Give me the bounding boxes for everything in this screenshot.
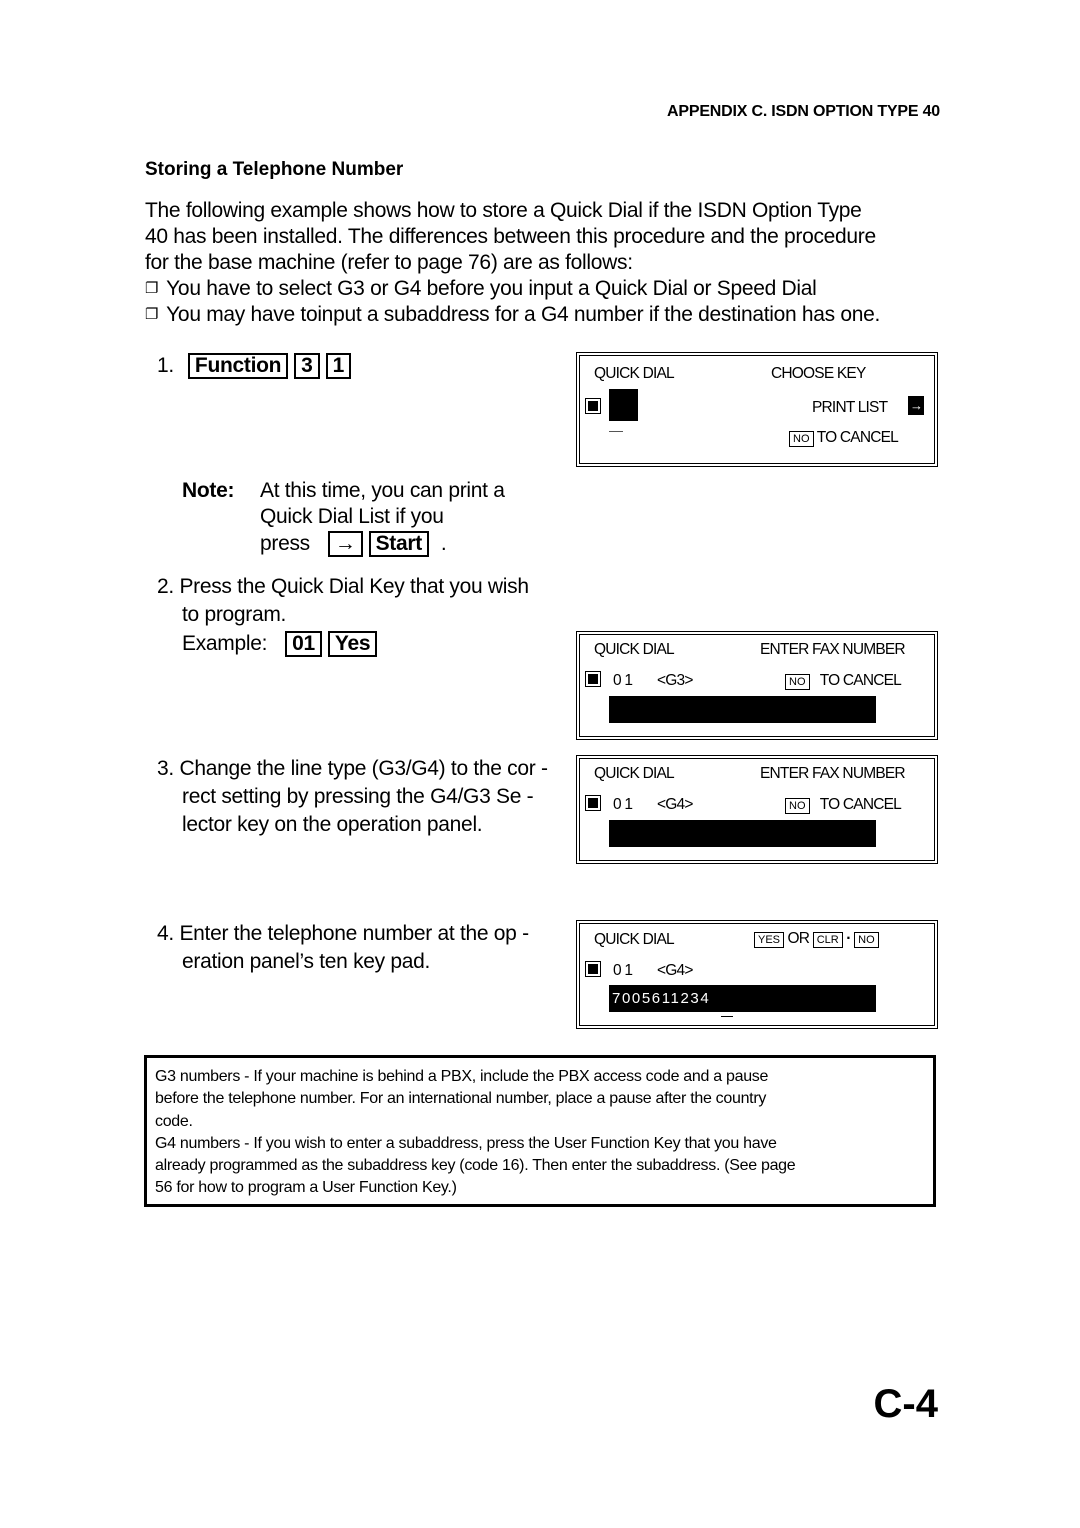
info-line: code. <box>155 1112 193 1130</box>
confirm-hint: YES OR CLR · NO <box>754 930 879 948</box>
checkbox-bullet-icon: ❐ <box>145 306 159 323</box>
arrow-key: → <box>327 531 363 557</box>
step-2-line: to program. <box>182 603 287 626</box>
info-box: G3 numbers - If your machine is behind a… <box>144 1055 936 1207</box>
lcd-mode: QUICK DIAL <box>594 641 675 658</box>
cancel-text: TO CANCEL <box>819 672 902 689</box>
indicator-icon <box>585 961 601 977</box>
bullet-text: You may have toinput a subaddress for a … <box>166 303 881 326</box>
start-key: Start <box>368 531 429 557</box>
step-number: 1. <box>157 354 174 377</box>
quick-dial-slot: 0 1 <box>613 962 633 979</box>
lcd-mode: QUICK DIAL <box>594 931 675 948</box>
bullet-item: ❐ You may have toinput a subaddress for a… <box>145 302 880 330</box>
indicator-icon <box>585 795 601 811</box>
lcd-display-g3: QUICK DIAL ENTER FAX NUMBER 0 1 <G3> NO … <box>576 631 938 740</box>
indicator-icon <box>585 671 601 687</box>
lcd-display-g4: QUICK DIAL ENTER FAX NUMBER 0 1 <G4> NO … <box>576 755 938 864</box>
running-header: APPENDIX C. ISDN OPTION TYPE 40 <box>667 103 940 120</box>
quick-dial-slot: 0 1 <box>613 796 633 813</box>
note-text: press <box>260 532 310 555</box>
step-2-example: Example: 01 Yes <box>182 630 383 658</box>
bullet-item: ❐ You have to select G3 or G4 before you … <box>145 276 817 304</box>
note-line: Quick Dial List if you <box>260 505 444 528</box>
cancel-hint: NO TO CANCEL <box>785 796 902 814</box>
step-3-line: rect setting by pressing the G4/G3 Se - <box>182 785 534 808</box>
arrow-right-icon: → <box>908 396 925 415</box>
note-text: At this time, you can print a <box>260 479 505 502</box>
step-3-line: 3. Change the line type (G3/G4) to the c… <box>157 757 548 780</box>
page-number: C-4 <box>873 1382 938 1426</box>
no-key-label: NO <box>854 932 879 948</box>
step-4-line: eration panel’s ten key pad. <box>182 950 431 973</box>
lcd-mode: QUICK DIAL <box>594 765 675 782</box>
indicator-icon <box>585 398 601 414</box>
cancel-hint: NO TO CANCEL <box>785 672 902 690</box>
separator-dot: · <box>846 930 851 947</box>
note-label: Note: <box>182 479 235 502</box>
info-line: before the telephone number. For an inte… <box>155 1090 767 1108</box>
entered-number: 7005611234 <box>612 990 711 1007</box>
example-label: Example: <box>182 632 268 655</box>
section-title: Storing a Telephone Number <box>145 159 404 180</box>
note: Note: At this time, you can print a <box>182 477 505 505</box>
quick-dial-slot: 0 1 <box>613 672 633 689</box>
lcd-prompt: CHOOSE KEY <box>771 365 866 382</box>
or-text: OR <box>787 930 810 947</box>
bullet-text: You have to select G3 or G4 before you i… <box>166 277 817 300</box>
intro-paragraph: The following example shows how to store… <box>145 198 935 276</box>
lcd-mode: QUICK DIAL <box>594 365 675 382</box>
key-3: 3 <box>294 353 320 379</box>
number-entry-field <box>609 820 876 847</box>
print-list-label: PRINT LIST <box>812 399 888 416</box>
cursor-underline <box>609 431 623 432</box>
note-period: . <box>440 532 447 555</box>
intro-line: 40 has been installed. The differences b… <box>145 225 876 248</box>
step-2-line: 2. Press the Quick Dial Key that you wis… <box>157 575 529 598</box>
cancel-text: TO CANCEL <box>819 796 902 813</box>
key-01: 01 <box>285 631 322 657</box>
yes-key: Yes <box>327 631 378 657</box>
lcd-display-choose-key: QUICK DIAL CHOOSE KEY PRINT LIST → NO TO… <box>576 352 938 467</box>
checkbox-bullet-icon: ❐ <box>145 280 159 297</box>
intro-line: The following example shows how to store… <box>145 199 862 222</box>
lcd-prompt: ENTER FAX NUMBER <box>760 765 906 782</box>
function-key: Function <box>187 353 289 379</box>
no-key-label: NO <box>785 798 810 814</box>
line-type: <G4> <box>657 796 693 813</box>
lcd-prompt: ENTER FAX NUMBER <box>760 641 906 658</box>
yes-key-label: YES <box>754 932 785 948</box>
step-3-line: lector key on the operation panel. <box>182 813 483 836</box>
info-line: G4 numbers - If you wish to enter a suba… <box>155 1134 777 1152</box>
info-line: G3 numbers - If your machine is behind a… <box>155 1068 769 1085</box>
lcd-display-number-entered: QUICK DIAL YES OR CLR · NO 0 1 <G4> 7005… <box>576 920 938 1029</box>
step-1: 1. Function 3 1 <box>157 352 357 380</box>
cancel-text: TO CANCEL <box>816 429 899 446</box>
info-line: already programmed as the subaddress key… <box>155 1157 796 1175</box>
intro-line: for the base machine (refer to page 76) … <box>145 251 633 274</box>
clr-key-label: CLR <box>812 932 843 948</box>
cancel-hint: NO TO CANCEL <box>789 429 899 447</box>
no-key-label: NO <box>785 674 810 690</box>
no-key-label: NO <box>789 431 814 447</box>
number-entry-field <box>609 696 876 723</box>
cursor-block <box>609 389 638 421</box>
line-type: <G3> <box>657 672 693 689</box>
line-type: <G4> <box>657 962 693 979</box>
info-line: 56 for how to program a User Function Ke… <box>155 1179 457 1197</box>
cursor-underline <box>721 1016 733 1017</box>
note-line: press → Start. <box>260 530 447 558</box>
key-1: 1 <box>325 353 351 379</box>
step-4-line: 4. Enter the telephone number at the op … <box>157 922 529 945</box>
